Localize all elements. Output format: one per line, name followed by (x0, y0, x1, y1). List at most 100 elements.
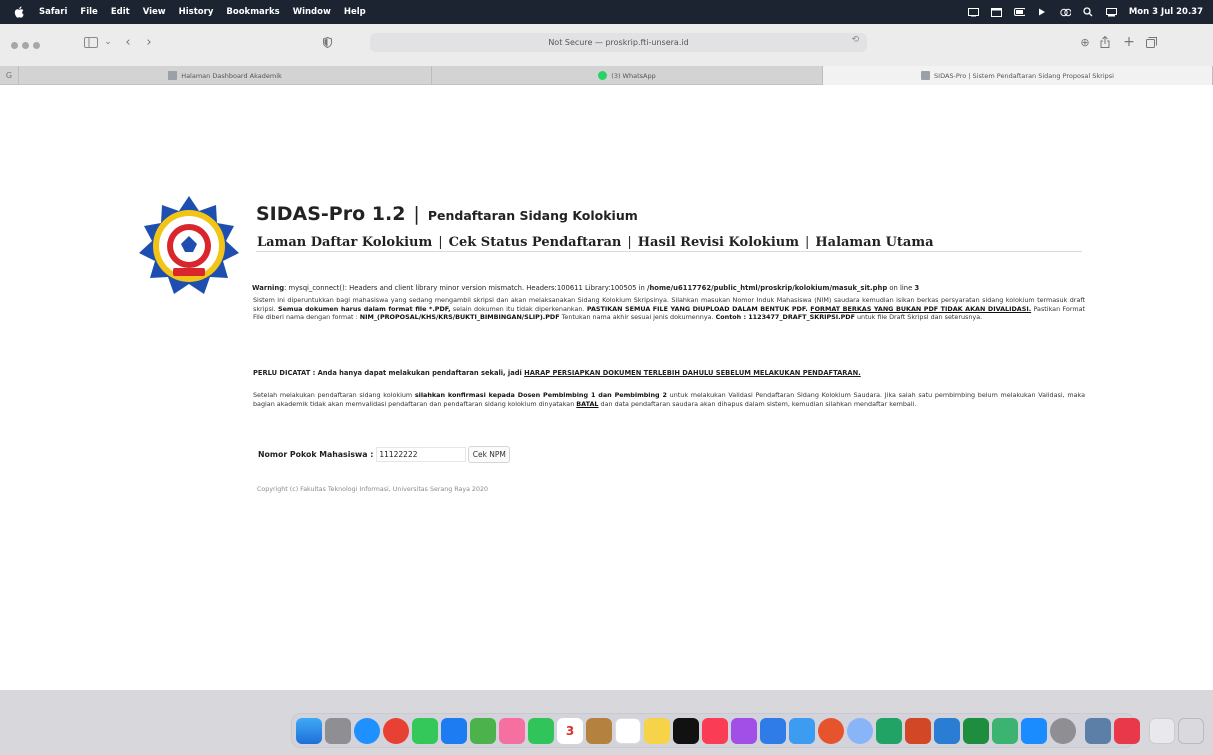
siri-icon[interactable] (1105, 7, 1117, 17)
forward-button[interactable]: › (143, 33, 155, 51)
page-header: SIDAS-Pro 1.2 | Pendaftaran Sidang Kolok… (256, 203, 638, 225)
nav-separator: | (438, 235, 443, 250)
screen-mirror-icon[interactable] (967, 7, 979, 17)
menu-view[interactable]: View (143, 7, 166, 17)
word-icon[interactable] (789, 717, 815, 744)
apple-tv-icon[interactable] (673, 717, 699, 744)
para-bold: NIM_(PROPOSAL/KHS/KRS/BUKTI_BIMBINGAN/SL… (359, 313, 560, 322)
university-logo (139, 196, 239, 294)
tab-pinned-g[interactable]: G (0, 66, 19, 85)
menu-help[interactable]: Help (344, 7, 366, 17)
search-icon[interactable] (1083, 7, 1094, 17)
photos-icon[interactable] (499, 717, 525, 744)
menu-edit[interactable]: Edit (111, 7, 130, 17)
tab-bar: G Halaman Dashboard Akademik (3) WhatsAp… (0, 66, 1213, 85)
contacts-icon[interactable] (586, 717, 612, 744)
cek-npm-button[interactable]: Cek NPM (468, 446, 511, 463)
recent-app-icon[interactable] (1085, 717, 1111, 744)
excel-icon[interactable] (963, 717, 989, 744)
warning-path: /home/u6117762/public_html/proskrip/kolo… (646, 284, 888, 292)
menu-window[interactable]: Window (293, 7, 331, 17)
address-bar[interactable]: Not Secure — proskrip.fti-unsera.id ⟲ (370, 33, 867, 52)
browser-toolbar: ⌄ ‹ › Not Secure — proskrip.fti-unsera.i… (0, 24, 1213, 66)
whatsapp-icon (598, 71, 608, 80)
copyright-text: Copyright (c) Fakultas Teknologi Informa… (257, 486, 488, 493)
notes-icon[interactable] (644, 717, 670, 744)
chevron-down-icon[interactable]: ⌄ (103, 33, 113, 51)
para-text: Setelah melakukan pendaftaran sidang kol… (253, 391, 415, 399)
privacy-shield-icon[interactable] (320, 33, 334, 51)
instructions-paragraph: Sistem ini diperuntukkan bagi mahasiswa … (253, 296, 1085, 322)
nav-laman-daftar-kolokium[interactable]: Laman Daftar Kolokium (257, 235, 432, 250)
chrome-icon[interactable] (383, 717, 409, 744)
keynote-icon[interactable] (760, 717, 786, 744)
calendar-icon[interactable]: 3 (557, 717, 583, 744)
para-bold-underline: FORMAT BERKAS YANG BUKAN PDF TIDAK AKAN … (810, 304, 1032, 313)
podcasts-icon[interactable] (731, 717, 757, 744)
character-app-icon[interactable] (818, 717, 844, 744)
npm-input[interactable]: 11122222 (376, 447, 467, 462)
apple-menu-icon[interactable] (12, 6, 25, 19)
window-icon[interactable] (990, 7, 1002, 17)
warning-line: 3 (914, 284, 920, 292)
zoom-window-button[interactable] (33, 41, 40, 49)
tab-sidas[interactable]: SIDAS-Pro | Sistem Pendaftaran Sidang Pr… (823, 66, 1213, 85)
nav-cek-status-pendaftaran[interactable]: Cek Status Pendaftaran (449, 235, 622, 250)
reminders-icon[interactable] (615, 717, 641, 744)
sidebar-toggle-icon[interactable] (80, 33, 102, 51)
maps-icon[interactable] (470, 717, 496, 744)
trash-icon[interactable] (1178, 717, 1204, 744)
para-text: untuk file Draft Skripsi dan seterusnya. (854, 313, 983, 322)
para-text: dan data pendaftaran saudara akan dihapu… (598, 399, 917, 408)
recent-app-icon[interactable] (1114, 717, 1140, 744)
back-button[interactable]: ‹ (122, 33, 134, 51)
messages-icon[interactable] (412, 717, 438, 744)
nav-hasil-revisi-kolokium[interactable]: Hasil Revisi Kolokium (638, 235, 799, 250)
url-text: Not Secure — proskrip.fti-unsera.id (548, 38, 689, 47)
outlook-icon[interactable] (934, 717, 960, 744)
warning-label: Warning (252, 284, 285, 292)
control-center-icon[interactable] (1060, 8, 1071, 17)
menu-history[interactable]: History (179, 7, 214, 17)
launchpad-icon[interactable] (325, 717, 351, 744)
nav-halaman-utama[interactable]: Halaman Utama (815, 235, 933, 250)
share-icon[interactable] (1098, 33, 1112, 51)
menu-app-name[interactable]: Safari (39, 7, 67, 17)
close-window-button[interactable] (11, 41, 18, 49)
facetime-icon[interactable] (528, 717, 554, 744)
para-text: Tentukan nama akhir sesuai jenis dokumen… (559, 313, 716, 322)
download-icon[interactable]: ⊕ (1078, 33, 1092, 51)
reload-icon[interactable]: ⟲ (851, 35, 859, 45)
mail-icon[interactable] (441, 717, 467, 744)
tab-dashboard[interactable]: Halaman Dashboard Akademik (19, 66, 432, 85)
app-store-icon[interactable] (1021, 717, 1047, 744)
warning-text: : mysqi_connect(): Headers and client li… (284, 284, 647, 292)
safari-icon[interactable] (354, 717, 380, 744)
menu-bookmarks[interactable]: Bookmarks (226, 7, 279, 17)
tab-whatsapp[interactable]: (3) WhatsApp (432, 66, 823, 85)
spreadsheet-icon[interactable] (992, 717, 1018, 744)
powerpoint-icon[interactable] (905, 717, 931, 744)
menu-bar: Safari File Edit View History Bookmarks … (0, 0, 1213, 24)
validation-paragraph: Setelah melakukan pendaftaran sidang kol… (253, 391, 1085, 408)
battery-icon[interactable] (1013, 8, 1025, 17)
numbers-icon[interactable] (876, 717, 902, 744)
system-settings-icon[interactable] (1050, 717, 1076, 744)
notice-paragraph: PERLU DICATAT : Anda hanya dapat melakuk… (253, 369, 1085, 378)
play-icon[interactable] (1037, 8, 1048, 17)
finder-icon[interactable] (296, 717, 322, 744)
menu-file[interactable]: File (80, 7, 97, 17)
app-circle-icon[interactable] (847, 717, 873, 744)
downloads-stack-icon[interactable] (1149, 717, 1175, 744)
page-title: SIDAS-Pro 1.2 (256, 203, 406, 225)
npm-label: Nomor Pokok Mahasiswa : (258, 450, 374, 459)
music-icon[interactable] (702, 717, 728, 744)
menu-clock[interactable]: Mon 3 Jul 20.37 (1129, 7, 1203, 17)
php-warning: Warning: mysqi_connect(): Headers and cl… (252, 284, 1088, 292)
window-controls (11, 41, 44, 49)
page-subtitle: Pendaftaran Sidang Kolokium (427, 208, 638, 223)
para-bold: Contoh : 1123477_DRAFT_SKRIPSI.PDF (715, 313, 855, 322)
tab-overview-icon[interactable] (1144, 33, 1158, 51)
minimize-window-button[interactable] (22, 41, 29, 49)
new-tab-button[interactable]: + (1122, 33, 1136, 51)
